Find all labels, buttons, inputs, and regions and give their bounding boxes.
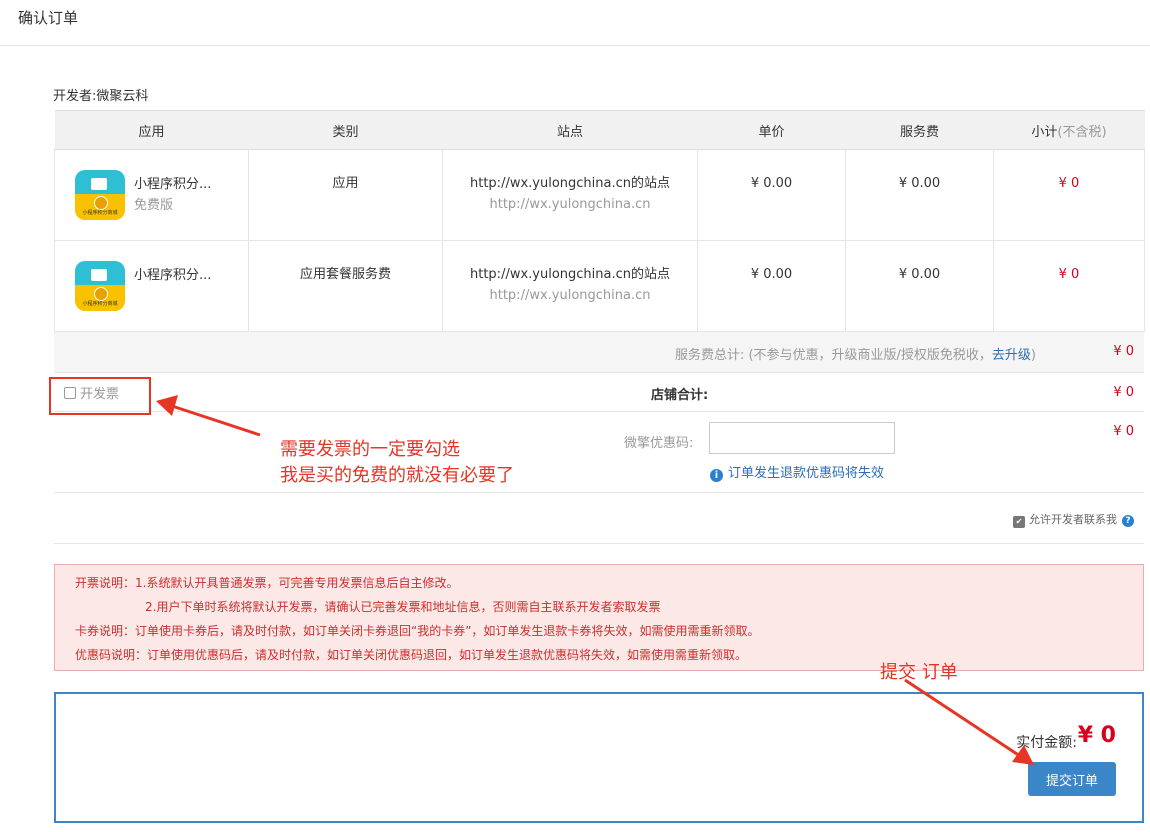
header-service-fee: 服务费 — [845, 110, 994, 150]
header-subtotal-label: 小计 — [1031, 124, 1058, 140]
payment-label: 实付金额: — [1016, 735, 1077, 751]
app-cell: 小程序积分商城 小程序积分... — [54, 240, 249, 332]
subtotal-cell: ¥ 0 — [993, 149, 1145, 241]
annotation-text: 提交 订单 — [880, 662, 958, 683]
site-name: http://wx.yulongchina.cn的站点 — [470, 176, 670, 191]
coupon-row: 微擎优惠码: i 订单发生退款优惠码将失效 ¥ 0 — [54, 412, 1144, 493]
header-site: 站点 — [442, 110, 698, 150]
coupon-label: 微擎优惠码: — [624, 436, 694, 451]
coin-icon — [94, 287, 108, 301]
shop-total-row: 开发票 店铺合计: ¥ 0 — [54, 373, 1144, 412]
submit-order-button[interactable]: 提交订单 — [1028, 762, 1116, 796]
notice-line: 2.用户下单时系统将默认开发票，请确认已完善发票和地址信息，否则需自主联系开发者… — [145, 600, 661, 614]
coin-icon — [94, 196, 108, 210]
contact-row: ✔ 允许开发者联系我? — [54, 493, 1144, 544]
notice-line: 开票说明：1.系统默认开具普通发票，可完善专用发票信息后自主修改。 — [75, 576, 459, 590]
help-icon[interactable]: ? — [1122, 515, 1134, 527]
service-fee-total-row: 服务费总计: (不参与优惠，升级商业版/授权版免税收，去升级) ¥ 0 — [54, 332, 1144, 373]
service-fee-cell: ¥ 0.00 — [845, 240, 994, 332]
unit-price-cell: ¥ 0.00 — [697, 240, 846, 332]
unit-price: ¥ 0.00 — [750, 176, 793, 191]
annotation-text: 我是买的免费的就没有必要了 — [280, 465, 514, 486]
service-fee-cell: ¥ 0.00 — [845, 149, 994, 241]
service-fee-total-label: 服务费总计: (不参与优惠，升级商业版/授权版免税收，去升级) — [675, 344, 1036, 363]
notice-panel: 开票说明：1.系统默认开具普通发票，可完善专用发票信息后自主修改。 2.用户下单… — [54, 564, 1144, 671]
site-cell: http://wx.yulongchina.cn的站点 http://wx.yu… — [442, 149, 698, 241]
payment-amount: ¥ 0 — [1077, 723, 1116, 748]
coupon-value: ¥ 0 — [1113, 424, 1134, 439]
service-fee-label-end: ) — [1030, 348, 1036, 363]
table-row: 小程序积分商城 小程序积分... 免费版 应用 http://wx.yulong… — [54, 149, 1145, 241]
cup-icon — [91, 178, 107, 190]
coupon-hint: i 订单发生退款优惠码将失效 — [710, 462, 884, 482]
unit-price-cell: ¥ 0.00 — [697, 149, 846, 241]
app-edition: 免费版 — [134, 198, 174, 213]
header-app: 应用 — [54, 110, 249, 150]
page-title: 确认订单 — [18, 9, 79, 27]
service-fee-label-text: 服务费总计: (不参与优惠，升级商业版/授权版免税收， — [674, 348, 992, 363]
app-name: 小程序积分... — [134, 268, 212, 283]
upgrade-link[interactable]: 去升级 — [992, 348, 1031, 363]
coupon-hint-text: 订单发生退款优惠码将失效 — [728, 466, 885, 481]
header-unit-price: 单价 — [697, 110, 846, 150]
app-icon: 小程序积分商城 — [75, 170, 125, 220]
subtotal-cell: ¥ 0 — [993, 240, 1145, 332]
app-icon: 小程序积分商城 — [75, 261, 125, 311]
site-name: http://wx.yulongchina.cn的站点 — [470, 267, 670, 282]
page-header: 确认订单 — [0, 0, 1150, 46]
notice-line: 卡券说明：订单使用卡券后，请及时付款，如订单关闭卡券退回“我的卡券”，如订单发生… — [75, 624, 760, 638]
service-fee: ¥ 0.00 — [898, 267, 941, 282]
service-fee: ¥ 0.00 — [898, 176, 941, 191]
contact-checkbox[interactable]: ✔ — [1013, 516, 1025, 528]
shop-total-value: ¥ 0 — [1113, 385, 1134, 400]
app-icon-caption: 小程序积分商城 — [82, 301, 118, 307]
header-subtotal: 小计(不含税) — [993, 110, 1145, 150]
service-fee-total-value: ¥ 0 — [1113, 344, 1134, 359]
table-header-row: 应用 类别 站点 单价 服务费 小计(不含税) — [54, 110, 1145, 150]
payment-box: 实付金额: ¥ 0 提交订单 — [54, 692, 1144, 823]
shop-total-label: 店铺合计: — [651, 388, 709, 403]
header-category: 类别 — [248, 110, 443, 150]
app-icon-caption: 小程序积分商城 — [82, 210, 118, 216]
info-icon: i — [710, 469, 723, 482]
category-value: 应用 — [332, 176, 359, 191]
header-subtotal-note: (不含税) — [1057, 124, 1107, 140]
app-name: 小程序积分... — [134, 177, 212, 192]
coupon-input[interactable] — [709, 422, 895, 454]
annotation-text: 需要发票的一定要勾选 — [280, 439, 460, 460]
subtotal-value: ¥ 0 — [1058, 176, 1080, 191]
site-cell: http://wx.yulongchina.cn的站点 http://wx.yu… — [442, 240, 698, 332]
order-table: 应用 类别 站点 单价 服务费 小计(不含税) 小程序积分商城 小程序积分...… — [54, 110, 1145, 332]
unit-price: ¥ 0.00 — [750, 267, 793, 282]
category-value: 应用套餐服务费 — [299, 267, 391, 282]
table-row: 小程序积分商城 小程序积分... 应用套餐服务费 http://wx.yulon… — [54, 240, 1145, 332]
cup-icon — [91, 269, 107, 281]
site-url: http://wx.yulongchina.cn — [489, 288, 651, 303]
notice-line: 优惠码说明：订单使用优惠码后，请及时付款，如订单关闭优惠码退回，如订单发生退款优… — [75, 648, 748, 662]
contact-label-text: 允许开发者联系我 — [1029, 513, 1117, 526]
site-url: http://wx.yulongchina.cn — [489, 197, 651, 212]
category-cell: 应用套餐服务费 — [248, 240, 443, 332]
contact-checkbox-label[interactable]: ✔ 允许开发者联系我? — [1013, 511, 1134, 528]
subtotal-value: ¥ 0 — [1058, 267, 1080, 282]
app-cell: 小程序积分商城 小程序积分... 免费版 — [54, 149, 249, 241]
annotation-highlight-box — [49, 377, 151, 415]
category-cell: 应用 — [248, 149, 443, 241]
developer-label: 开发者:微聚云科 — [53, 89, 149, 104]
